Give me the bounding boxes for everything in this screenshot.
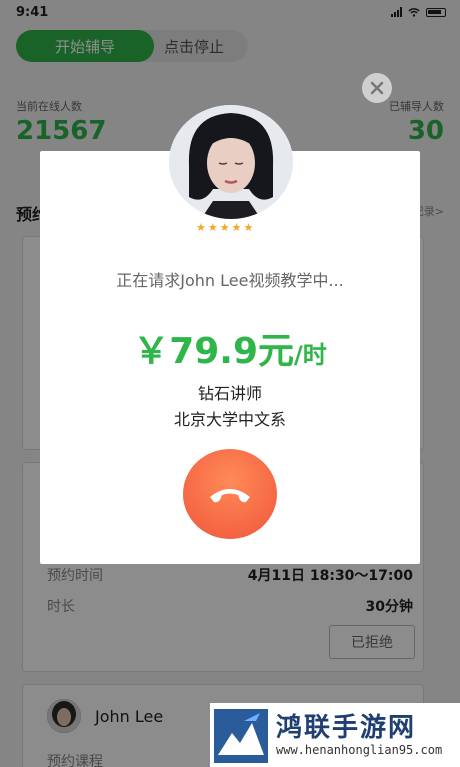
- star-icon: ★: [231, 221, 242, 234]
- watermark-url: www.henanhonglian95.com: [276, 743, 443, 757]
- phone-hangup-icon: [210, 489, 250, 503]
- price-unit: /时: [294, 341, 327, 369]
- price-value: ￥79.9元: [133, 331, 295, 372]
- request-status-text: 正在请求John Lee视频教学中...: [116, 271, 344, 290]
- watermark-logo: [214, 709, 268, 763]
- teacher-avatar: [169, 105, 293, 219]
- hang-up-button[interactable]: [183, 449, 277, 539]
- teacher-level: 钻石讲师: [197, 384, 262, 403]
- star-icon: ★: [219, 221, 230, 234]
- price: ￥79.9元/时: [40, 322, 420, 374]
- close-icon[interactable]: [362, 73, 392, 103]
- watermark-title: 鸿联手游网: [276, 713, 417, 743]
- watermark: 鸿联手游网 www.henanhonglian95.com: [210, 703, 460, 767]
- teacher-department: 北京大学中文系: [173, 410, 286, 429]
- rating-stars: ★ ★ ★ ★ ★: [196, 222, 253, 233]
- star-icon: ★: [207, 221, 218, 234]
- star-icon: ★: [196, 221, 206, 234]
- star-icon: ★: [243, 221, 254, 234]
